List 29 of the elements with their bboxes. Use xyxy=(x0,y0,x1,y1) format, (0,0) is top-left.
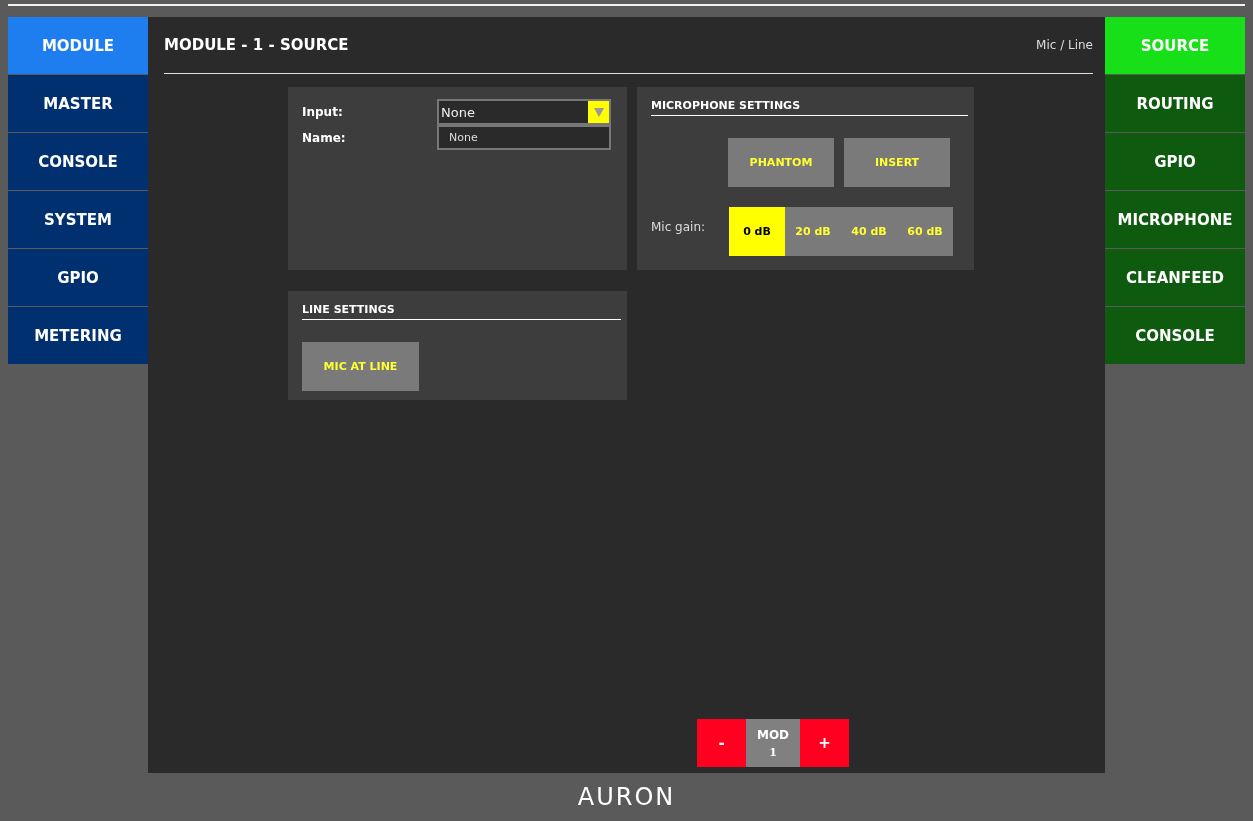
logo: AURON xyxy=(577,783,676,811)
nav-tab[interactable]: SYSTEM xyxy=(8,191,148,248)
previous-module-button[interactable]: - xyxy=(697,719,746,767)
nav-tab[interactable]: MICROPHONE xyxy=(1105,191,1245,248)
section-title: MICROPHONE SETTINGS xyxy=(651,99,968,116)
nav-tab[interactable]: GPIO xyxy=(8,249,148,306)
nav-tab[interactable]: GPIO xyxy=(1105,133,1245,190)
nav-tab[interactable]: CLEANFEED xyxy=(1105,249,1245,306)
next-module-button[interactable]: + xyxy=(800,719,849,767)
input-label: Input: xyxy=(302,105,344,119)
nav-tab[interactable]: MODULE xyxy=(8,17,148,74)
mic-gain-label: Mic gain: xyxy=(651,219,707,234)
gain-option[interactable]: 0 dB xyxy=(729,207,785,256)
mode-label: Mic / Line xyxy=(1036,38,1093,52)
name-field[interactable]: None xyxy=(437,125,611,150)
nav-tab[interactable]: MASTER xyxy=(8,75,148,132)
module-number: 1 xyxy=(769,745,777,759)
toggle-button[interactable]: INSERT xyxy=(844,138,950,187)
toggle-button[interactable]: MIC AT LINE xyxy=(302,342,419,391)
toggle-button[interactable]: PHANTOM xyxy=(728,138,834,187)
nav-tab[interactable]: CONSOLE xyxy=(8,133,148,190)
module-label: MOD xyxy=(756,727,790,742)
page-title: MODULE - 1 - SOURCE xyxy=(164,36,349,54)
nav-tab[interactable]: CONSOLE xyxy=(1105,307,1245,364)
name-label: Name: xyxy=(302,130,347,145)
section-title: LINE SETTINGS xyxy=(302,303,621,320)
input-select[interactable]: None xyxy=(437,99,611,125)
nav-tab[interactable]: ROUTING xyxy=(1105,75,1245,132)
nav-tab[interactable]: METERING xyxy=(8,307,148,364)
